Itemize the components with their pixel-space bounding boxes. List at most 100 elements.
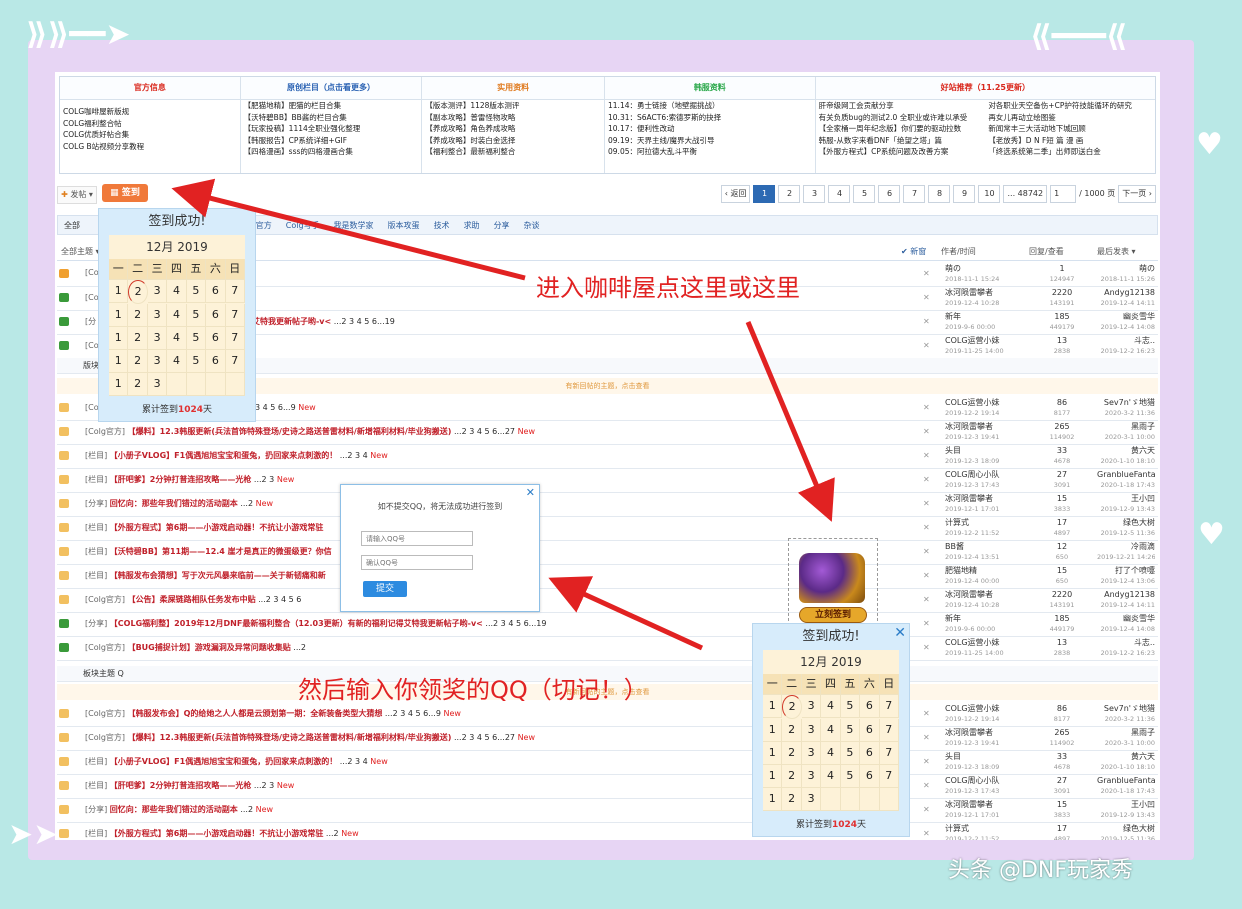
last-poster[interactable]: 绿色大树 (1097, 518, 1155, 528)
thread-subject[interactable]: 【韩服发布会猜想】写于次元风暴来临前——关于新韧痛和新 (110, 571, 326, 580)
category-tab[interactable]: 求助 (464, 220, 480, 231)
link-item[interactable]: 【全家桶一周年纪念版】你们要的驱动拉数 (816, 123, 986, 135)
last-post[interactable]: Andyg12138 2019-12-4 14:11 (1097, 590, 1155, 610)
last-post[interactable]: 萌の 2018-11-1 15:26 (1097, 264, 1155, 284)
thread-title[interactable]: [栏目] 【外服方程式】第6期——小游戏启动器！不抗让小游戏常驻 (85, 522, 323, 533)
thread-row[interactable]: [栏目] 【肝吧爹】2分钟打普连招攻略——光枪 ...2 3 New ✕ COLG周… (57, 774, 1158, 799)
last-post[interactable]: 黄六天 2020-1-10 18:10 (1097, 446, 1155, 466)
last-post[interactable]: Sev7n'ゞ地猎 2020-3-2 11:36 (1097, 704, 1155, 724)
last-post[interactable]: Andyg12138 2019-12-4 14:11 (1097, 288, 1155, 308)
close-icon[interactable]: ✕ (526, 486, 535, 499)
thread-title[interactable]: [栏目] 【小册子VLOG】F1偶遇旭旭宝宝和蛋兔，扔回家来点刺激的！ ...2… (85, 450, 388, 461)
last-post[interactable]: 黑雨子 2020-3-1 10:00 (1097, 728, 1155, 748)
last-poster[interactable]: GranblueFantas (1097, 776, 1155, 786)
thread-author[interactable]: 计算式 2019-12-2 11:52 (945, 824, 999, 840)
thread-title[interactable]: [栏目] 【小册子VLOG】F1偶遇旭旭宝宝和蛋兔，扔回家来点刺激的！ ...2… (85, 756, 388, 767)
thread-author[interactable]: COLG运营小妹 2019-12-2 19:14 (945, 398, 1000, 418)
close-icon[interactable]: ✕ (923, 341, 930, 350)
last-poster[interactable]: 黄六天 (1097, 752, 1155, 762)
last-post[interactable]: GranblueFantas 2020-1-18 17:43 (1097, 470, 1155, 490)
pager-page[interactable]: 1 (753, 185, 776, 203)
close-icon[interactable]: ✕ (923, 709, 930, 718)
link-item[interactable]: 10.31：S6ACT6:索德罗斯的抉择 (605, 112, 815, 124)
thread-page-links[interactable]: ...2 3 4 5 6...19 (483, 619, 546, 628)
last-post[interactable]: 绿色大树 2019-12-5 11:36 (1097, 824, 1155, 840)
sign-in-button[interactable]: ▦ 签到 (102, 184, 148, 202)
author-name[interactable]: 冰河陨雷攀者 (945, 494, 999, 504)
close-icon[interactable]: ✕ (923, 317, 930, 326)
last-poster[interactable]: 幽炎雪华 (1097, 614, 1155, 624)
category-tab[interactable]: 全部 (64, 220, 80, 231)
link-item[interactable]: 「终选系统第二季」出师即送白金 (985, 146, 1155, 158)
pager-page[interactable]: 3 (803, 185, 826, 203)
last-post[interactable]: 黑雨子 2020-3-1 10:00 (1097, 422, 1155, 442)
last-poster[interactable]: Andyg12138 (1097, 590, 1155, 600)
last-poster[interactable]: 黑雨子 (1097, 728, 1155, 738)
last-post[interactable]: 王小凹 2019-12-9 13:43 (1097, 800, 1155, 820)
thread-title[interactable]: [Colg官方] 【爆料】12.3韩服更新(兵法首饰特殊登场/史诗之路送普雷材料… (85, 732, 535, 743)
last-post-column-header[interactable]: 最后发表 ▾ (1097, 246, 1136, 257)
author-name[interactable]: 新年 (945, 312, 995, 322)
author-name[interactable]: 冰河陨雷攀者 (945, 422, 999, 432)
thread-row[interactable]: [栏目] 【外服方程式】第6期——小游戏启动器！不抗让小游戏常驻 ...2 Ne… (57, 822, 1158, 840)
open-new-window-toggle[interactable]: ✔ 新窗 (901, 246, 926, 257)
thread-title[interactable]: [Colg官方] 【爆料】12.3韩服更新(兵法首饰特殊登场/史诗之路送普雷材料… (85, 426, 535, 437)
last-poster[interactable]: 绿色大树 (1097, 824, 1155, 834)
thread-author[interactable]: 冰河陨雷攀者 2019-12-1 17:01 (945, 494, 999, 514)
thread-row[interactable]: [分享] 【COLG福利整】2019年12月DNF最新福利整合（12.03更新）… (57, 612, 1158, 637)
close-icon[interactable]: ✕ (923, 571, 930, 580)
thread-author[interactable]: 冰河陨雷攀者 2019-12-4 10:28 (945, 590, 999, 610)
filter-all-threads[interactable]: 全部主题 ▾ (61, 246, 100, 257)
author-name[interactable]: COLG周心小队 (945, 776, 1000, 786)
link-item[interactable]: COLG福利整合帖 (60, 118, 240, 130)
pager-input[interactable]: 1 (1050, 185, 1077, 203)
link-item[interactable]: 【福利整合】最新福利整合 (422, 146, 604, 158)
link-item[interactable]: 【外服方程式】CP系统问题及改善方案 (816, 146, 986, 158)
thread-row[interactable]: [Colg官方] 【爆料】12.3韩服更新(兵法首饰特殊登场/史诗之路送普雷材料… (57, 420, 1158, 445)
post-button[interactable]: ✚ 发帖 ▾ (57, 186, 97, 204)
thread-page-links[interactable]: ...2 3 4 5 6...27 (451, 733, 515, 742)
pager-prev[interactable]: ‹ 返回 (720, 185, 751, 203)
last-post[interactable]: 黄六天 2020-1-10 18:10 (1097, 752, 1155, 772)
author-name[interactable]: 计算式 (945, 518, 999, 528)
close-icon[interactable]: ✕ (923, 595, 930, 604)
thread-page-links[interactable]: ...2 (323, 829, 339, 838)
thread-subject[interactable]: 【小册子VLOG】F1偶遇旭旭宝宝和蛋兔，扔回家来点刺激的！ (110, 757, 337, 766)
author-name[interactable]: COLG运营小妹 (945, 638, 1004, 648)
category-tab[interactable]: 杂谈 (524, 220, 540, 231)
link-item[interactable]: 【玩家投稿】1114全职业强化整理 (241, 123, 422, 135)
last-poster[interactable]: Andyg12138 (1097, 288, 1155, 298)
category-tab[interactable]: 我是数学家 (334, 220, 374, 231)
last-poster[interactable]: 王小凹 (1097, 494, 1155, 504)
thread-author[interactable]: COLG运营小妹 2019-11-25 14:00 (945, 638, 1004, 658)
thread-page-links[interactable]: ...2 3 4 5 6 (256, 595, 301, 604)
pager-page[interactable]: 7 (903, 185, 926, 203)
link-item[interactable]: 韩服-从数字来看DNF「绝望之塔」篇 (816, 135, 986, 147)
last-post[interactable]: 幽炎雪华 2019-12-4 14:08 (1097, 614, 1155, 634)
thread-title[interactable]: [分享] 【COLG福利整】2019年12月DNF最新福利整合（12.03更新）… (85, 618, 546, 629)
last-poster[interactable]: 萌の (1097, 264, 1155, 274)
thread-title[interactable]: [分享] 回忆向：那些年我们错过的活动副本 ...2 New (85, 498, 273, 509)
pager-page[interactable]: 10 (978, 185, 1001, 203)
close-icon[interactable]: ✕ (923, 757, 930, 766)
thread-author[interactable]: 冰河陨雷攀者 2019-12-4 10:28 (945, 288, 999, 308)
treasure-chest-sign-in[interactable]: 立刻签到 (788, 538, 878, 626)
author-name[interactable]: 冰河陨雷攀者 (945, 288, 999, 298)
thread-page-links[interactable]: ...2 3 (251, 475, 274, 484)
thread-page-links[interactable]: ...2 (291, 643, 306, 652)
link-item[interactable]: 【韩服报告】CP系统详细+GIF (241, 135, 422, 147)
thread-title[interactable]: [Colg官方] 【韩服发布会】Q的给她之人人都是云颁划第一期：全新装备类型大猜… (85, 708, 461, 719)
thread-author[interactable]: 冰河陨雷攀者 2019-12-1 17:01 (945, 800, 999, 820)
close-icon[interactable]: ✕ (923, 547, 930, 556)
qq-number-input[interactable] (361, 531, 473, 546)
close-icon[interactable]: ✕ (923, 829, 930, 838)
close-icon[interactable]: ✕ (923, 293, 930, 302)
link-item[interactable]: 09.19：天界主线/魔界大战引导 (605, 135, 815, 147)
last-poster[interactable]: 斗志.. (1097, 336, 1155, 346)
thread-title[interactable]: [栏目] 【外服方程式】第6期——小游戏启动器！不抗让小游戏常驻 ...2 Ne… (85, 828, 359, 839)
thread-row[interactable]: [栏目] 【肝吧爹】2分钟打普连招攻略——光枪 ...2 3 New ✕ COLG周… (57, 468, 1158, 493)
pager-page[interactable]: 2 (778, 185, 801, 203)
last-poster[interactable]: 打了个喷嚏 (1097, 566, 1155, 576)
link-item[interactable]: COLG咖啡屋新版规 (60, 106, 240, 118)
link-item[interactable]: 【副本攻略】普雷怪物攻略 (422, 112, 604, 124)
